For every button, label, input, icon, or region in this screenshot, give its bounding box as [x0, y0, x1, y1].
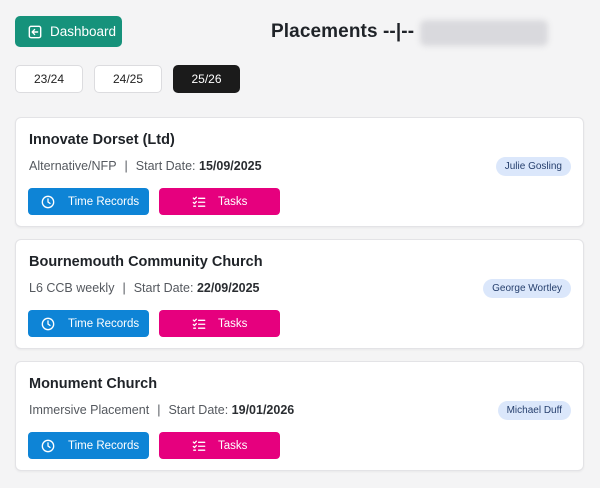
redacted-name [420, 20, 548, 46]
arrow-left-box-icon [28, 25, 42, 38]
page-title: Placements --|-- [271, 21, 415, 42]
time-records-button[interactable]: Time Records [28, 432, 149, 459]
start-date: 22/09/2025 [196, 281, 260, 295]
time-records-label: Time Records [68, 317, 140, 330]
tab-year-25-26[interactable]: 25/26 [173, 65, 240, 93]
dashboard-label: Dashboard [50, 24, 117, 39]
placement-name: Monument Church [29, 376, 158, 392]
placement-meta: L6 CCB weekly | Start Date: 22/09/2025 [29, 281, 260, 295]
tasks-button[interactable]: Tasks [159, 310, 280, 337]
clock-icon [41, 195, 55, 208]
checklist-icon [192, 196, 206, 207]
placement-card: Monument Church Immersive Placement | Star… [15, 361, 584, 471]
start-date-label: Start Date: [133, 281, 194, 295]
clock-icon [41, 317, 55, 330]
contact-badge: George Wortley [483, 279, 571, 298]
contact-badge: Michael Duff [497, 401, 571, 420]
tasks-button[interactable]: Tasks [159, 188, 280, 215]
placement-meta: Immersive Placement | Start Date: 19/01/20… [29, 403, 295, 417]
placement-type: L6 CCB weekly [29, 281, 115, 295]
tasks-label: Tasks [218, 195, 248, 208]
dashboard-button[interactable]: Dashboard [15, 16, 122, 47]
placement-meta: Alternative/NFP | Start Date: 15/09/2025 [29, 159, 262, 173]
placement-name: Bournemouth Community Church [29, 254, 263, 270]
tasks-button[interactable]: Tasks [159, 432, 280, 459]
time-records-button[interactable]: Time Records [28, 188, 149, 215]
placement-card: Bournemouth Community Church L6 CCB week… [15, 239, 584, 349]
time-records-label: Time Records [68, 439, 140, 452]
contact-badge: Julie Gosling [495, 157, 571, 176]
tab-year-24-25[interactable]: 24/25 [94, 65, 162, 93]
start-date: 15/09/2025 [199, 159, 262, 173]
checklist-icon [192, 440, 206, 451]
placement-type: Alternative/NFP [29, 159, 117, 173]
placement-type: Immersive Placement [29, 403, 150, 417]
start-date: 19/01/2026 [231, 403, 295, 417]
start-date-label: Start Date: [135, 159, 196, 173]
time-records-label: Time Records [68, 195, 140, 208]
time-records-button[interactable]: Time Records [28, 310, 149, 337]
placement-name: Innovate Dorset (Ltd) [29, 132, 175, 148]
placement-card: Innovate Dorset (Ltd) Alternative/NFP | St… [15, 117, 584, 227]
tab-year-23-24[interactable]: 23/24 [15, 65, 83, 93]
checklist-icon [192, 318, 206, 329]
tasks-label: Tasks [218, 439, 248, 452]
clock-icon [41, 439, 55, 452]
start-date-label: Start Date: [168, 403, 229, 417]
tasks-label: Tasks [218, 317, 248, 330]
